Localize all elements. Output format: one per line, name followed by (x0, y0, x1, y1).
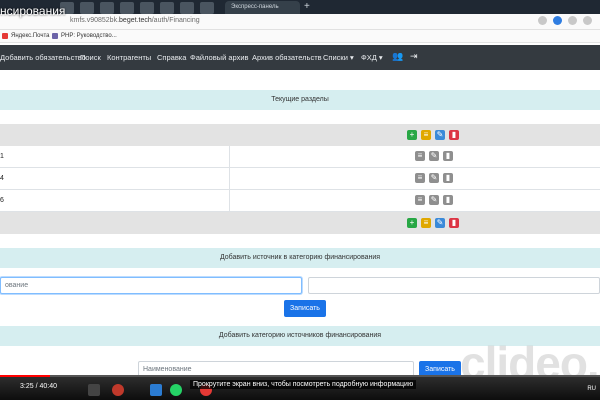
bookmark-php-manual[interactable]: PHP: Руководство... (52, 33, 117, 39)
column-divider (229, 190, 230, 212)
edit-icon[interactable]: ✎ (429, 195, 439, 205)
bookmark-yandex-mail[interactable]: Яндекс.Почта (2, 33, 50, 39)
nav-fhd[interactable]: ФХД ▾ (361, 53, 383, 62)
active-tab[interactable]: Экспресс-панель (225, 1, 300, 14)
edit-icon[interactable]: ✎ (429, 151, 439, 161)
nav-add-obligation[interactable]: Добавить обязательство (0, 53, 86, 62)
trash-icon[interactable]: ▮ (449, 130, 459, 140)
url-path: /auth/Financing (151, 17, 200, 24)
add-icon[interactable]: + (407, 218, 417, 228)
row-number: 1 (0, 153, 4, 160)
table-row: 6 ≡ ✎ ▮ (0, 190, 600, 212)
row-actions: ≡ ✎ ▮ (415, 195, 453, 205)
coins-icon[interactable]: ≡ (415, 173, 425, 183)
source-submit-button[interactable]: Записать (284, 300, 326, 317)
coins-icon[interactable]: ≡ (415, 195, 425, 205)
bookmark-label: Яндекс.Почта (11, 33, 50, 39)
system-tray: RU (587, 386, 596, 392)
opera-icon[interactable] (112, 384, 124, 396)
tab-icon[interactable] (200, 2, 214, 14)
section-header-add-source: Добавить источник в категорию финансиров… (0, 248, 600, 268)
download-icon[interactable] (583, 16, 592, 25)
coins-icon[interactable]: ≡ (421, 130, 431, 140)
whatsapp-icon[interactable] (170, 384, 182, 396)
edit-icon[interactable]: ✎ (429, 173, 439, 183)
row-actions: ≡ ✎ ▮ (415, 151, 453, 161)
column-divider (229, 146, 230, 168)
url-prefix: kmfs.v90852bk. (70, 17, 120, 24)
row-actions: ≡ ✎ ▮ (415, 173, 453, 183)
shield-icon[interactable] (553, 16, 562, 25)
screen: Экспресс-панель + нсирования kmfs.v90852… (0, 0, 600, 400)
add-icon[interactable]: + (407, 130, 417, 140)
logout-icon[interactable]: ⇥ (410, 51, 418, 62)
source-name-input[interactable]: ование (0, 277, 302, 294)
page-title-overlay: нсирования (0, 4, 66, 18)
trash-icon[interactable]: ▮ (449, 218, 459, 228)
section-header-current: Текущие разделы (0, 90, 600, 110)
browser-tab-bar: Экспресс-панель + (0, 0, 600, 14)
trash-icon[interactable]: ▮ (443, 195, 453, 205)
heart-icon[interactable] (568, 16, 577, 25)
tab-icon[interactable] (100, 2, 114, 14)
time-readout: 3:25 / 40:40 (20, 383, 57, 390)
bookmarks-bar: Яндекс.Почта PHP: Руководство... (0, 30, 600, 43)
tab-icon[interactable] (80, 2, 94, 14)
tab-icon[interactable] (140, 2, 154, 14)
tab-icon[interactable] (180, 2, 194, 14)
table-row: 1 ≡ ✎ ▮ (0, 146, 600, 168)
video-caption: Прокрутите экран вниз, чтобы посмотреть … (190, 380, 417, 389)
progress-fill (0, 375, 51, 377)
table-footer-row: + ≡ ✎ ▮ (0, 212, 600, 234)
address-bar[interactable]: kmfs.v90852bk.beget.tech/auth/Financing (0, 14, 600, 30)
table-header-row: + ≡ ✎ ▮ (0, 124, 600, 146)
row-number: 4 (0, 175, 4, 182)
nav-lists[interactable]: Списки ▾ (323, 53, 354, 62)
mail-icon (2, 33, 8, 39)
users-icon[interactable]: 👥 (392, 51, 403, 62)
tab-icon[interactable] (120, 2, 134, 14)
source-value-input[interactable] (308, 277, 600, 294)
url-text[interactable]: kmfs.v90852bk.beget.tech/auth/Financing (70, 17, 200, 24)
nav-obligations-archive[interactable]: Архив обязательств (252, 53, 322, 62)
nav-counterparties[interactable]: Контрагенты (107, 53, 151, 62)
header-actions: + ≡ ✎ ▮ (407, 130, 459, 140)
app-navbar: Добавить обязательство Поиск Контрагенты… (0, 45, 600, 70)
nav-file-archive[interactable]: Файловый архив (190, 53, 249, 62)
camera-icon[interactable] (538, 16, 547, 25)
edit-icon[interactable]: ✎ (435, 130, 445, 140)
folder-icon[interactable] (150, 384, 162, 396)
edit-icon[interactable]: ✎ (435, 218, 445, 228)
footer-actions: + ≡ ✎ ▮ (407, 218, 459, 228)
row-number: 6 (0, 197, 4, 204)
trash-icon[interactable]: ▮ (443, 173, 453, 183)
address-bar-icons (538, 16, 592, 25)
progress-track[interactable] (0, 375, 600, 377)
coins-icon[interactable]: ≡ (421, 218, 431, 228)
url-domain: beget.tech (119, 17, 152, 24)
new-tab-button[interactable]: + (304, 1, 310, 12)
nav-search[interactable]: Поиск (80, 53, 101, 62)
taskbar-app-icon[interactable] (88, 384, 100, 396)
table-row: 4 ≡ ✎ ▮ (0, 168, 600, 190)
php-icon (52, 33, 58, 39)
tab-icon[interactable] (160, 2, 174, 14)
trash-icon[interactable]: ▮ (443, 151, 453, 161)
coins-icon[interactable]: ≡ (415, 151, 425, 161)
column-divider (229, 168, 230, 190)
nav-help[interactable]: Справка (157, 53, 186, 62)
bookmark-label: PHP: Руководство... (61, 33, 117, 39)
